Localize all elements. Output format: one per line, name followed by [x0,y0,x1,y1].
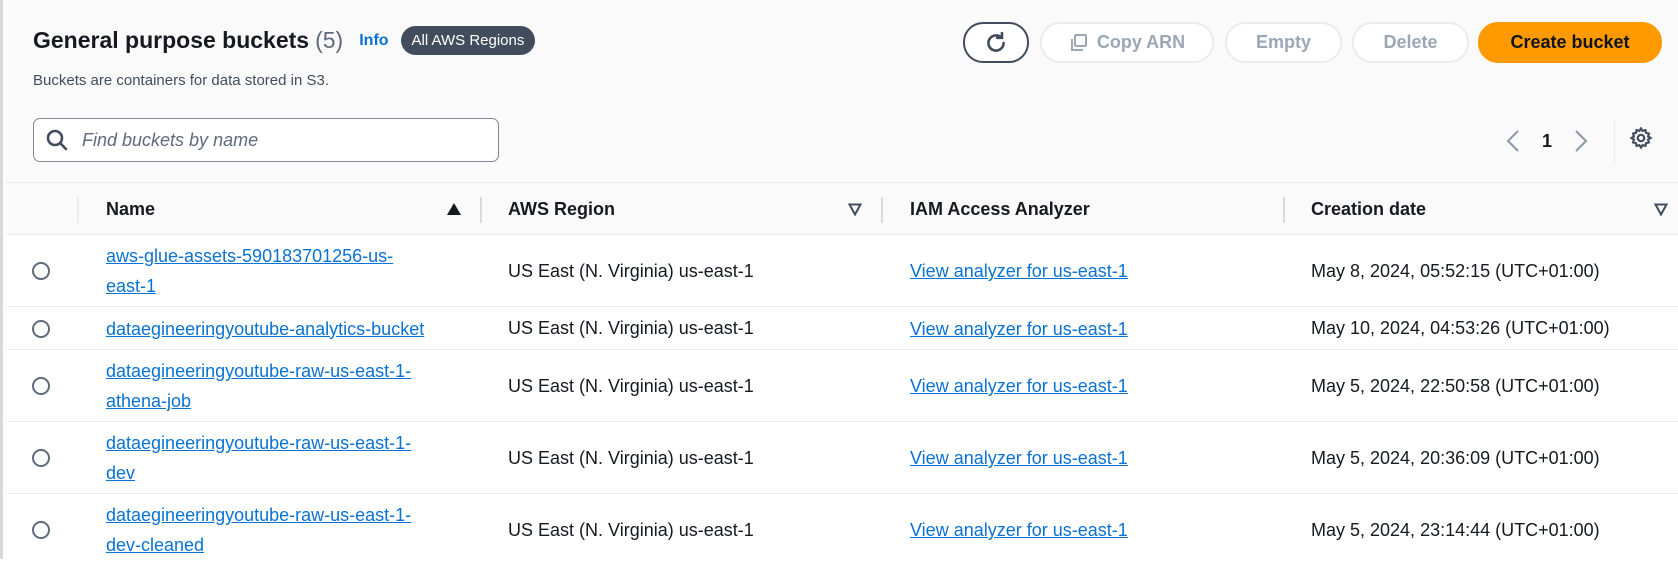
pagination: 1 [1506,124,1588,158]
sort-descending-icon[interactable] [848,203,862,216]
row-select-radio[interactable] [32,521,50,539]
column-region[interactable]: AWS Region [508,183,615,235]
creation-date-cell: May 8, 2024, 05:52:15 (UTC+01:00) [1311,260,1600,281]
column-analyzer[interactable]: IAM Access Analyzer [910,183,1090,235]
bucket-name-link[interactable]: dataegineeringyoutube-raw-us-east-1- dev [106,428,411,488]
search-icon [46,129,68,151]
column-divider[interactable] [881,197,883,223]
bucket-count: (5) [315,27,344,53]
table-row[interactable]: dataegineeringyoutube-raw-us-east-1- dev… [6,422,1678,494]
create-bucket-button[interactable]: Create bucket [1478,22,1662,63]
bucket-name-link[interactable]: dataegineeringyoutube-raw-us-east-1- dev… [106,500,411,560]
bucket-name-link[interactable]: dataegineeringyoutube-raw-us-east-1- ath… [106,356,411,416]
row-select-radio[interactable] [32,262,50,280]
buckets-panel: General purpose buckets (5) Info All AWS … [0,0,1678,559]
view-analyzer-link[interactable]: View analyzer for us-east-1 [910,256,1128,286]
view-analyzer-link[interactable]: View analyzer for us-east-1 [910,314,1128,344]
delete-label: Delete [1383,32,1438,52]
table-row[interactable]: dataegineeringyoutube-raw-us-east-1- dev… [6,494,1678,566]
delete-button[interactable]: Delete [1352,22,1469,63]
column-created-label: Creation date [1311,198,1427,219]
column-divider[interactable] [1283,197,1285,223]
view-analyzer-link[interactable]: View analyzer for us-east-1 [910,443,1128,473]
chevron-left-icon[interactable] [1506,129,1520,153]
empty-label: Empty [1255,32,1311,52]
region-cell: US East (N. Virginia) us-east-1 [508,447,754,468]
copy-arn-label: Copy ARN [1096,32,1186,52]
column-divider [77,197,79,223]
panel-header: General purpose buckets (5) Info All AWS … [6,0,1678,183]
view-analyzer-link[interactable]: View analyzer for us-east-1 [910,371,1128,401]
copy-arn-button[interactable]: Copy ARN [1040,22,1214,63]
create-bucket-label: Create bucket [1510,32,1630,52]
refresh-icon [987,31,1005,52]
page-title: General purpose buckets (5) [33,27,344,53]
pager-divider [1614,118,1615,164]
column-created[interactable]: Creation date [1311,183,1426,235]
column-divider[interactable] [480,197,482,223]
table-row[interactable]: aws-glue-assets-590183701256-us- east-1 … [6,235,1678,307]
bucket-name-link[interactable]: aws-glue-assets-590183701256-us- east-1 [106,241,393,301]
creation-date-cell: May 5, 2024, 22:50:58 (UTC+01:00) [1311,375,1600,396]
search-box[interactable] [33,118,499,162]
refresh-button[interactable] [963,22,1029,63]
sort-descending-icon[interactable] [1654,203,1668,216]
region-cell: US East (N. Virginia) us-east-1 [508,375,754,396]
gear-icon[interactable] [1629,126,1653,150]
search-input[interactable] [80,128,480,152]
region-cell: US East (N. Virginia) us-east-1 [508,318,754,338]
bucket-name-link[interactable]: dataegineeringyoutube-analytics-bucket [106,314,424,344]
column-region-label: AWS Region [508,198,615,219]
current-page[interactable]: 1 [1542,131,1552,152]
creation-date-cell: May 5, 2024, 23:14:44 (UTC+01:00) [1311,519,1600,540]
table-row[interactable]: dataegineeringyoutube-raw-us-east-1- ath… [6,350,1678,422]
row-select-radio[interactable] [32,449,50,467]
region-cell: US East (N. Virginia) us-east-1 [508,260,754,281]
sort-ascending-icon[interactable] [446,202,462,216]
column-name[interactable]: Name [106,183,155,235]
column-analyzer-label: IAM Access Analyzer [910,198,1090,219]
region-cell: US East (N. Virginia) us-east-1 [508,519,754,540]
row-select-radio[interactable] [32,377,50,395]
row-select-radio[interactable] [32,319,50,338]
table-header: Name AWS Region IAM Access Analyzer Crea… [6,183,1678,235]
view-analyzer-link[interactable]: View analyzer for us-east-1 [910,515,1128,545]
copy-icon [1070,33,1087,51]
page-description: Buckets are containers for data stored i… [33,72,329,89]
title-row: General purpose buckets (5) Info All AWS … [33,26,536,55]
info-link[interactable]: Info [359,32,388,50]
creation-date-cell: May 5, 2024, 20:36:09 (UTC+01:00) [1311,447,1600,468]
table-row[interactable]: dataegineeringyoutube-analytics-bucket U… [6,307,1678,350]
empty-button[interactable]: Empty [1225,22,1342,63]
region-badge: All AWS Regions [400,26,536,55]
column-name-label: Name [106,198,156,219]
creation-date-cell: May 10, 2024, 04:53:26 (UTC+01:00) [1311,318,1610,338]
chevron-right-icon[interactable] [1574,129,1588,153]
